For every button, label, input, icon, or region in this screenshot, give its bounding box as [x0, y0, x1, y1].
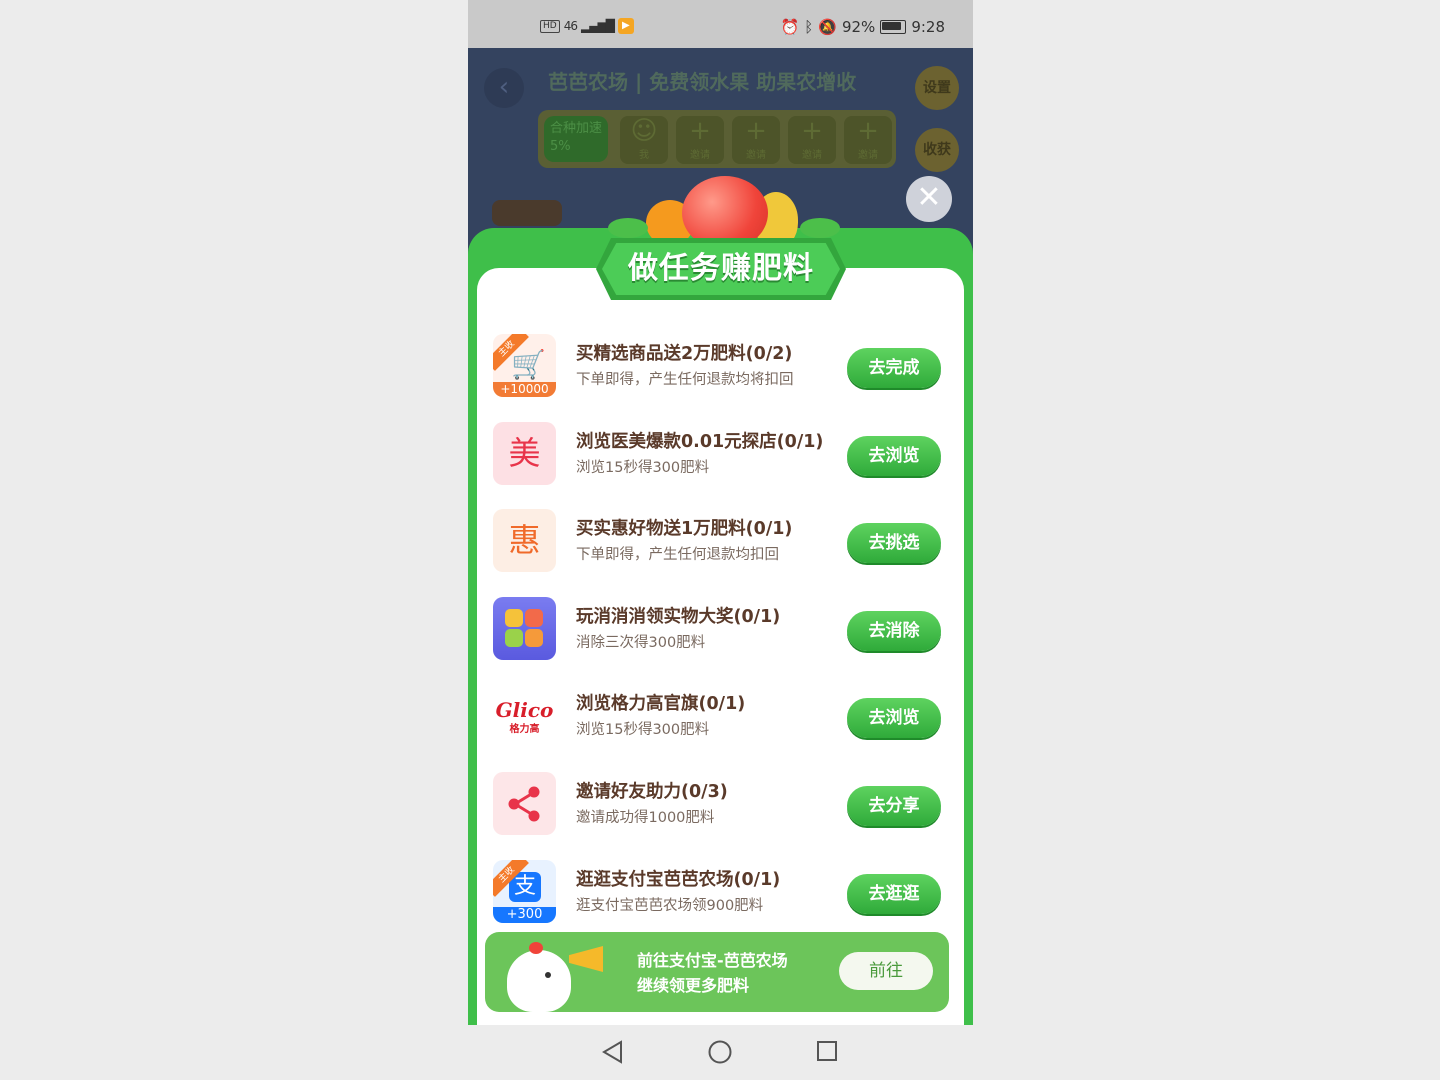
panel-title: 做任务赚肥料	[628, 251, 814, 286]
signal-icon: ▂▄▆█	[580, 19, 615, 33]
battery-icon	[880, 20, 907, 34]
leaf-icon	[800, 218, 840, 238]
cart-icon: 主收 🛒 +10000	[493, 334, 556, 397]
task-action-button[interactable]: 去浏览	[847, 436, 941, 476]
status-bar: HD 46 ▂▄▆█ ▶ ⏰ ᛒ 🔕 92% 9:28	[468, 0, 973, 48]
task-row: 玩消消消领实物大奖(0/1) 消除三次得300肥料 去消除	[493, 597, 953, 663]
megaphone-icon	[569, 946, 603, 972]
network-badge: 46	[563, 19, 578, 33]
recents-nav-icon[interactable]	[815, 1039, 839, 1063]
speed-badge[interactable]: 合种加速5%	[544, 116, 608, 162]
task-subtitle: 浏览15秒得300肥料	[576, 722, 710, 738]
invite-slot[interactable]: + 邀请	[788, 116, 836, 164]
plus-icon: +	[857, 116, 879, 146]
invite-label: 邀请	[746, 150, 766, 161]
me-avatar: ☺ 我	[620, 116, 668, 164]
task-row: Glico 格力高 浏览格力高官旗(0/1) 浏览15秒得300肥料 去浏览	[493, 684, 953, 750]
reward-label: +300	[493, 907, 556, 923]
task-subtitle: 浏览15秒得300肥料	[576, 460, 710, 476]
hd-badge: HD	[540, 19, 560, 33]
task-action-button[interactable]: 去完成	[847, 348, 941, 388]
plus-icon: +	[801, 116, 823, 146]
hui-icon: 惠	[493, 509, 556, 572]
alarm-icon: ⏰	[780, 18, 800, 36]
share-icon	[493, 772, 556, 835]
invite-label: 邀请	[858, 150, 878, 161]
task-subtitle: 逛支付宝芭芭农场领900肥料	[576, 898, 764, 914]
task-row: 惠 买实惠好物送1万肥料(0/1) 下单即得，产生任何退款均扣回 去挑选	[493, 509, 953, 575]
invite-label: 邀请	[690, 150, 710, 161]
puzzle-game-icon	[493, 597, 556, 660]
task-row: 支 主收 +300 逛逛支付宝芭芭农场(0/1) 逛支付宝芭芭农场领900肥料 …	[493, 860, 953, 926]
panel-title-banner: 做任务赚肥料	[596, 238, 846, 300]
task-subtitle: 下单即得，产生任何退款均扣回	[576, 547, 779, 563]
task-row: 邀请好友助力(0/3) 邀请成功得1000肥料 去分享	[493, 772, 953, 838]
alipay-icon: 支 主收 +300	[493, 860, 556, 923]
promo-line-2: 继续领更多肥料	[637, 976, 750, 995]
reward-label: +10000	[493, 382, 556, 397]
avatar-icon: ☺	[630, 116, 658, 146]
task-row: 美 浏览医美爆款0.01元探店(0/1) 浏览15秒得300肥料 去浏览	[493, 422, 953, 488]
task-action-button[interactable]: 去挑选	[847, 523, 941, 563]
chicken-mascot-icon	[507, 942, 571, 1012]
home-nav-icon[interactable]	[707, 1039, 733, 1065]
task-action-button[interactable]: 去分享	[847, 786, 941, 826]
task-subtitle: 下单即得，产生任何退款均将扣回	[576, 372, 794, 388]
task-title: 浏览格力高官旗(0/1)	[576, 694, 746, 714]
leaf-icon	[608, 218, 648, 238]
mei-icon: 美	[493, 422, 556, 485]
task-title: 买实惠好物送1万肥料(0/1)	[576, 519, 793, 539]
invite-slot[interactable]: + 邀请	[844, 116, 892, 164]
page-title: 芭芭农场 | 免费领水果 助果农增收	[548, 70, 857, 94]
plus-icon: +	[689, 116, 711, 146]
notification-app-icon: ▶	[617, 18, 634, 34]
battery-percent: 92%	[841, 18, 876, 36]
task-title: 买精选商品送2万肥料(0/2)	[576, 344, 793, 364]
back-nav-icon[interactable]	[600, 1039, 626, 1065]
invite-slot[interactable]: + 邀请	[676, 116, 724, 164]
task-subtitle: 消除三次得300肥料	[576, 635, 706, 651]
harvest-button[interactable]: 收获	[915, 128, 959, 172]
task-subtitle: 邀请成功得1000肥料	[576, 810, 715, 826]
glico-logo-icon: Glico 格力高	[493, 684, 556, 747]
go-button[interactable]: 前往	[839, 952, 933, 990]
settings-button[interactable]: 设置	[915, 66, 959, 110]
clock: 9:28	[911, 18, 945, 36]
task-title: 逛逛支付宝芭芭农场(0/1)	[576, 870, 781, 890]
alipay-farm-promo[interactable]: 前往支付宝-芭芭农场 继续领更多肥料 前往	[485, 932, 949, 1012]
invite-label: 邀请	[802, 150, 822, 161]
task-action-button[interactable]: 去消除	[847, 611, 941, 651]
close-button[interactable]: ✕	[906, 176, 952, 222]
system-nav-bar	[0, 1025, 1440, 1080]
me-label: 我	[639, 150, 649, 161]
back-button[interactable]: ‹	[484, 68, 524, 108]
promo-line-1: 前往支付宝-芭芭农场	[637, 951, 788, 970]
phone-screen: HD 46 ▂▄▆█ ▶ ⏰ ᛒ 🔕 92% 9:28 ‹ 芭芭农场 | 免费领…	[468, 0, 973, 1025]
task-action-button[interactable]: 去逛逛	[847, 874, 941, 914]
bluetooth-icon: ᛒ	[804, 18, 814, 36]
task-title: 邀请好友助力(0/3)	[576, 782, 728, 802]
mute-icon: 🔕	[818, 18, 837, 36]
task-action-button[interactable]: 去浏览	[847, 698, 941, 738]
task-title: 浏览医美爆款0.01元探店(0/1)	[576, 432, 824, 452]
invite-slot[interactable]: + 邀请	[732, 116, 780, 164]
task-title: 玩消消消领实物大奖(0/1)	[576, 607, 781, 627]
task-row: 主收 🛒 +10000 买精选商品送2万肥料(0/2) 下单即得，产生任何退款均…	[493, 334, 953, 400]
plus-icon: +	[745, 116, 767, 146]
invite-bar: 合种加速5% ☺ 我 + 邀请 + 邀请 + 邀请 + 邀请	[538, 110, 896, 168]
fruit-decoration	[492, 200, 562, 226]
